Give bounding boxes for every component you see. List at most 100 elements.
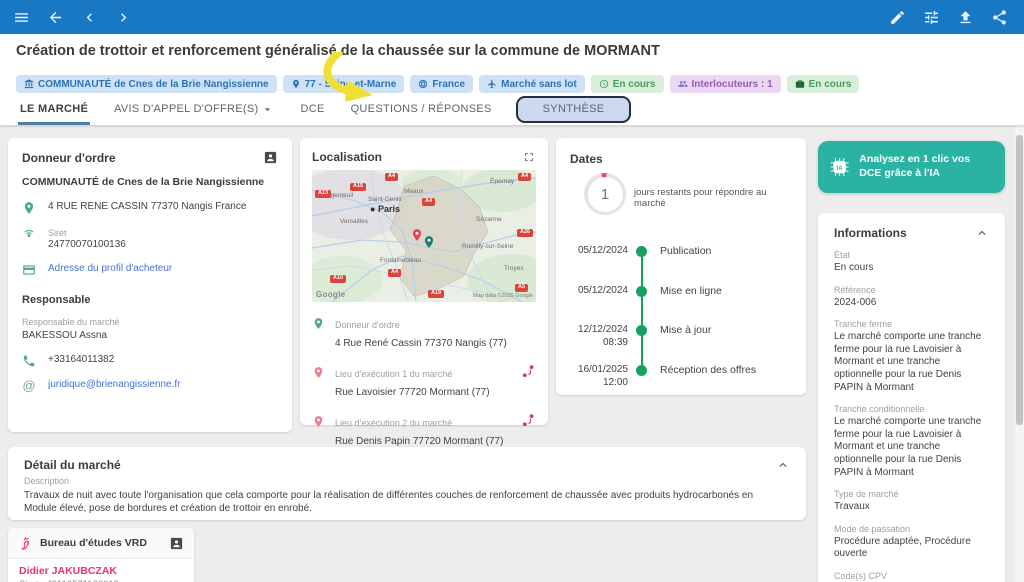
chevron-up-icon[interactable] — [975, 226, 989, 240]
description-text: Travaux de nuit avec toute l'organisatio… — [24, 489, 784, 515]
road-badge: A4 — [422, 198, 435, 206]
loc-entry-donneur: Donneur d'ordre 4 Rue René Cassin 77370 N… — [312, 315, 536, 351]
loc-entry-address: Rue Denis Papin 77720 Mormant (77) — [335, 436, 503, 447]
responsable-phone[interactable]: +33164011382 — [48, 354, 114, 365]
informations-panel: Informations ÉtatEn cours Référence2024-… — [818, 213, 1005, 582]
tab-bar: LE MARCHÉ AVIS D'APPEL D'OFFRE(S) DCE QU… — [18, 96, 631, 125]
dates-title: Dates — [570, 152, 603, 166]
days-remaining-value: 1 — [588, 177, 623, 212]
loc-entry-address: 4 Rue René Cassin 77370 Nangis (77) — [335, 338, 507, 349]
chip-organization[interactable]: COMMUNAUTÉ de Cnes de la Brie Nangissien… — [16, 75, 277, 93]
svg-text:IA: IA — [837, 165, 844, 172]
teal-pin-icon — [312, 317, 325, 330]
road-badge: A4 — [518, 173, 531, 181]
loc-entry-label: Donneur d'ordre — [335, 320, 400, 330]
top-toolbar — [0, 0, 1024, 34]
chevron-up-icon[interactable] — [776, 458, 790, 472]
responsable-name: BAKESSOU Assna — [22, 330, 278, 341]
map-pin-teal[interactable] — [422, 235, 436, 249]
road-badge: A15 — [350, 183, 366, 191]
next-button[interactable] — [112, 6, 134, 28]
timeline-label: Publication — [660, 245, 711, 257]
contact-card-icon[interactable] — [169, 536, 184, 551]
timeline-date: 05/12/2024 — [556, 285, 628, 296]
loc-entry-execution-1: Lieu d'exécution 1 du marchéRue Lavoisie… — [312, 364, 536, 400]
responsable-heading: Responsable — [22, 294, 278, 306]
route-icon[interactable] — [521, 364, 536, 379]
red-pin-icon — [312, 366, 325, 379]
chip-status-2[interactable]: En cours — [787, 75, 860, 93]
detail-title: Détail du marché — [24, 458, 121, 472]
info-field-cpv: Code(s) CPV45233140 : Travaux routiers — [834, 571, 989, 582]
map-label-saint-denis: Saint-Denis — [368, 196, 402, 203]
tab-avis-appel-offres[interactable]: AVIS D'APPEL D'OFFRE(S) — [112, 96, 276, 125]
chip-country[interactable]: France — [410, 75, 473, 93]
chevron-left-icon — [81, 9, 98, 26]
road-badge: A10 — [330, 275, 346, 283]
map-label-fontainebleau: Fontainebleau — [380, 257, 421, 264]
siret-label: Siret — [48, 228, 67, 238]
at-icon: @ — [22, 379, 36, 392]
tab-questions-reponses[interactable]: QUESTIONS / RÉPONSES — [349, 96, 494, 125]
contact-card-icon[interactable] — [263, 150, 278, 165]
phone-icon — [22, 354, 36, 368]
map-label-versailles: Versailles — [340, 218, 368, 225]
timeline-date: 12/12/2024 — [556, 324, 628, 335]
clock-icon — [599, 79, 609, 89]
route-icon[interactable] — [521, 413, 536, 428]
timeline-dot — [636, 246, 647, 257]
loc-entry-label: Lieu d'exécution 2 du marché — [335, 418, 452, 428]
loc-entry-address: Rue Lavoisier 77720 Mormant (77) — [335, 387, 490, 398]
buyer-profile-link[interactable]: Adresse du profil d'acheteur — [48, 263, 172, 274]
plane-icon — [487, 79, 497, 89]
days-remaining-ring: 1 — [584, 173, 626, 215]
tab-le-marche[interactable]: LE MARCHÉ — [18, 96, 90, 125]
description-label: Description — [24, 476, 790, 486]
share-button[interactable] — [988, 6, 1010, 28]
donneur-title: Donneur d'ordre — [22, 151, 116, 165]
upload-icon — [957, 9, 974, 26]
chip-lot[interactable]: Marché sans lot — [479, 75, 585, 93]
donneur-ordre-card: Donneur d'ordre COMMUNAUTÉ de Cnes de la… — [8, 138, 292, 432]
scrollbar-thumb[interactable] — [1016, 135, 1023, 425]
arrow-back-icon — [47, 9, 64, 26]
ai-banner-label: Analysez en 1 clic vos DCE grâce à l'IA — [859, 153, 993, 180]
map-attribution: Map data ©2025 Google — [473, 293, 533, 299]
chip-status[interactable]: En cours — [591, 75, 664, 93]
road-badge: A4 — [388, 269, 401, 277]
tab-synthese[interactable]: SYNTHÈSE — [516, 96, 632, 123]
fullscreen-icon[interactable] — [522, 150, 536, 164]
tab-dce[interactable]: DCE — [298, 96, 326, 125]
map-label-sezanne: Sézanne — [476, 216, 502, 223]
responsable-email[interactable]: juridique@brienangissienne.fr — [48, 379, 180, 390]
chip-department[interactable]: 77 - Seine-et-Marne — [283, 75, 405, 93]
share-icon — [991, 9, 1008, 26]
chip-interlocuteurs[interactable]: Interlocuteurs : 1 — [670, 75, 781, 93]
bureau-header: Bureau d'études VRD — [8, 528, 194, 559]
map-label-troyes: Troyes — [504, 265, 524, 272]
vertical-scrollbar[interactable] — [1015, 125, 1024, 582]
filter-button[interactable] — [920, 6, 942, 28]
menu-button[interactable] — [10, 6, 32, 28]
map-label-meaux: Meaux — [404, 188, 424, 195]
road-badge: A26 — [517, 229, 533, 237]
localisation-card: Localisation Argenteuil Saint-D — [300, 138, 548, 425]
organization-name: COMMUNAUTÉ de Cnes de la Brie Nangissien… — [22, 176, 278, 188]
bureau-body: Didier JAKUBCZAK Siret : 49113571100019 — [8, 559, 194, 582]
info-field-tranche-conditionnelle: Tranche conditionnelleLe marché comporte… — [834, 404, 989, 479]
map-label-epernay: Épernay — [490, 178, 514, 185]
edit-button[interactable] — [886, 6, 908, 28]
upload-button[interactable] — [954, 6, 976, 28]
prev-button[interactable] — [78, 6, 100, 28]
ai-analyze-button[interactable]: IA Analysez en 1 clic vos DCE grâce à l'… — [818, 141, 1005, 193]
back-button[interactable] — [44, 6, 66, 28]
bureau-contact-name[interactable]: Didier JAKUBCZAK — [19, 565, 183, 577]
pin-icon — [291, 79, 301, 89]
page-header: Création de trottoir et renforcement gén… — [0, 34, 1024, 125]
map[interactable]: Argenteuil Saint-Denis ● Paris Versaille… — [312, 170, 536, 302]
siret-icon — [22, 228, 36, 242]
organization-address: 4 RUE RENE CASSIN 77370 Nangis France — [48, 201, 246, 212]
rooster-icon — [18, 536, 33, 551]
siret-value: 24770070100136 — [48, 239, 126, 250]
road-badge: A4 — [385, 173, 398, 181]
